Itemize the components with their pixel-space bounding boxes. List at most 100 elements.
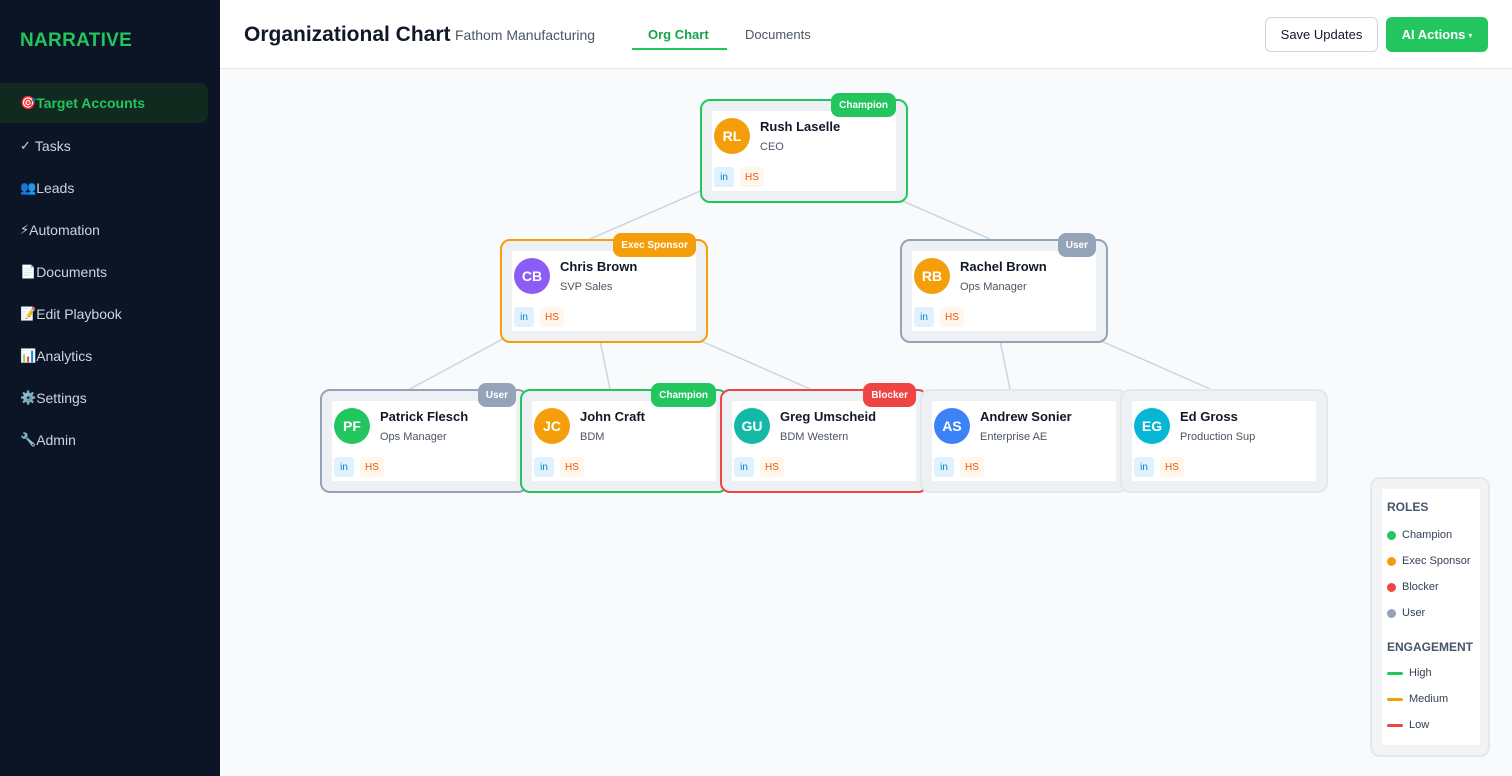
hubspot-icon[interactable]: HS bbox=[1160, 457, 1184, 477]
sidebar-item-settings[interactable]: ⚙️ Settings bbox=[0, 378, 208, 418]
avatar: GU bbox=[734, 408, 770, 444]
legend-role-champion: Champion bbox=[1387, 529, 1452, 541]
sidebar-item-target-accounts[interactable]: 🎯 Target Accounts bbox=[0, 83, 208, 123]
orange-line-icon bbox=[1387, 697, 1403, 701]
ai-actions-label: AI Actions bbox=[1401, 27, 1466, 42]
card-body: AS Andrew Sonier Enterprise AE in HS bbox=[932, 401, 1116, 481]
sidebar: NARRATIVE 🎯 Target Accounts ✓ Tasks 👥 Leads… bbox=[0, 0, 220, 776]
legend-label: Champion bbox=[1402, 529, 1453, 541]
sidebar-item-leads[interactable]: 👥 Leads bbox=[0, 168, 208, 208]
person-card-greg-umscheid[interactable]: GU Greg Umscheid BDM Western in HS Block… bbox=[720, 383, 928, 493]
legend-body: ROLES Champion Exec Sponsor Blocker User… bbox=[1382, 489, 1480, 745]
sidebar-item-admin[interactable]: 🔧 Admin bbox=[0, 420, 208, 460]
person-name: Patrick Flesch bbox=[380, 409, 469, 424]
role-badge: Champion bbox=[831, 93, 896, 117]
person-name: Rachel Brown bbox=[960, 259, 1047, 274]
legend-label: User bbox=[1402, 607, 1426, 619]
hubspot-icon[interactable]: HS bbox=[960, 457, 984, 477]
sidebar-item-documents[interactable]: 📄 Documents bbox=[0, 252, 208, 292]
card-body: GU Greg Umscheid BDM Western in HS bbox=[732, 401, 916, 481]
sidebar-item-label: Settings bbox=[36, 390, 87, 406]
person-name: Rush Laselle bbox=[760, 119, 841, 134]
legend-label: Low bbox=[1409, 719, 1430, 731]
legend-label: Medium bbox=[1409, 693, 1449, 705]
person-name: Greg Umscheid bbox=[780, 409, 877, 424]
hubspot-icon[interactable]: HS bbox=[940, 307, 964, 327]
legend-engagement-medium: Medium bbox=[1387, 693, 1448, 705]
person-card-patrick-flesch[interactable]: PF Patrick Flesch Ops Manager in HS User bbox=[320, 383, 528, 493]
sidebar-item-label: Admin bbox=[36, 432, 76, 448]
red-line-icon bbox=[1387, 723, 1403, 727]
person-card-ed-gross[interactable]: EG Ed Gross Production Sup in HS bbox=[1120, 389, 1328, 493]
ai-actions-button[interactable]: AI Actions ▾ bbox=[1386, 17, 1488, 52]
linkedin-icon[interactable]: in bbox=[534, 457, 554, 477]
person-card-andrew-sonier[interactable]: AS Andrew Sonier Enterprise AE in HS bbox=[920, 389, 1128, 493]
tab-documents[interactable]: Documents bbox=[745, 27, 811, 42]
person-title: Ops Manager bbox=[960, 281, 1027, 293]
person-card-chris-brown[interactable]: CB Chris Brown SVP Sales in HS Exec Spon… bbox=[500, 233, 708, 343]
hubspot-icon[interactable]: HS bbox=[360, 457, 384, 477]
hubspot-icon[interactable]: HS bbox=[560, 457, 584, 477]
sidebar-item-label: Analytics bbox=[36, 348, 93, 364]
person-title: Enterprise AE bbox=[980, 431, 1048, 443]
person-card-john-craft[interactable]: JC John Craft BDM in HS Champion bbox=[520, 383, 728, 493]
bar-chart-icon: 📊 bbox=[20, 348, 37, 363]
avatar: PF bbox=[334, 408, 370, 444]
person-name: Ed Gross bbox=[1180, 409, 1238, 424]
users-icon: 👥 bbox=[20, 180, 37, 195]
linkedin-icon[interactable]: in bbox=[1134, 457, 1154, 477]
sidebar-item-analytics[interactable]: 📊 Analytics bbox=[0, 336, 208, 376]
hubspot-icon[interactable]: HS bbox=[760, 457, 784, 477]
sidebar-item-tasks[interactable]: ✓ Tasks bbox=[0, 126, 208, 166]
person-card-rush-laselle[interactable]: RL Rush Laselle CEO in HS Champion bbox=[700, 93, 908, 203]
sidebar-item-label: Tasks bbox=[34, 138, 71, 154]
orange-dot-icon bbox=[1387, 556, 1396, 566]
linkedin-icon[interactable]: in bbox=[514, 307, 534, 327]
document-icon: 📄 bbox=[20, 264, 37, 279]
hubspot-icon[interactable]: HS bbox=[740, 167, 764, 187]
legend-role-user: User bbox=[1387, 607, 1425, 619]
person-title: BDM bbox=[580, 431, 605, 443]
sidebar-item-automation[interactable]: ⚡ Automation bbox=[0, 210, 208, 250]
linkedin-icon[interactable]: in bbox=[914, 307, 934, 327]
sidebar-item-label: Documents bbox=[36, 264, 107, 280]
hubspot-icon[interactable]: HS bbox=[540, 307, 564, 327]
red-dot-icon bbox=[1387, 582, 1396, 592]
sidebar-item-label: Automation bbox=[29, 222, 100, 238]
linkedin-icon[interactable]: in bbox=[934, 457, 954, 477]
avatar: CB bbox=[514, 258, 550, 294]
role-badge: Champion bbox=[651, 383, 716, 407]
person-title: SVP Sales bbox=[560, 281, 613, 293]
person-name: Andrew Sonier bbox=[980, 409, 1072, 424]
legend-engagement-heading: ENGAGEMENT bbox=[1387, 640, 1474, 654]
green-dot-icon bbox=[1387, 530, 1396, 540]
page-title: Organizational Chart bbox=[244, 23, 451, 46]
gray-dot-icon bbox=[1387, 608, 1396, 618]
green-line-icon bbox=[1387, 671, 1403, 675]
memo-icon: 📝 bbox=[20, 306, 37, 321]
save-updates-label: Save Updates bbox=[1280, 27, 1363, 42]
linkedin-icon[interactable]: in bbox=[734, 457, 754, 477]
sidebar-item-edit-playbook[interactable]: 📝 Edit Playbook bbox=[0, 294, 208, 334]
avatar: EG bbox=[1134, 408, 1170, 444]
avatar: RL bbox=[714, 118, 750, 154]
role-badge: User bbox=[1057, 233, 1096, 257]
card-body: PF Patrick Flesch Ops Manager in HS bbox=[332, 401, 516, 481]
target-icon: 🎯 bbox=[20, 95, 37, 110]
linkedin-icon[interactable]: in bbox=[714, 167, 734, 187]
legend-label: Blocker bbox=[1402, 581, 1439, 593]
linkedin-icon[interactable]: in bbox=[334, 457, 354, 477]
sidebar-item-label: Edit Playbook bbox=[36, 306, 122, 322]
save-updates-button[interactable]: Save Updates bbox=[1265, 17, 1378, 52]
avatar: AS bbox=[934, 408, 970, 444]
brand-logo: NARRATIVE bbox=[20, 30, 133, 51]
active-tab-indicator bbox=[632, 48, 727, 50]
gear-icon: ⚙️ bbox=[20, 390, 37, 405]
person-card-rachel-brown[interactable]: RB Rachel Brown Ops Manager in HS User bbox=[900, 233, 1108, 343]
card-body: EG Ed Gross Production Sup in HS bbox=[1132, 401, 1316, 481]
person-name: Chris Brown bbox=[560, 259, 638, 274]
sidebar-item-label: Leads bbox=[36, 180, 75, 196]
tab-org-chart[interactable]: Org Chart bbox=[648, 27, 709, 42]
org-chart-canvas: RL Rush Laselle CEO in HS Champion CB Ch… bbox=[220, 69, 1512, 776]
person-name: John Craft bbox=[580, 409, 645, 424]
